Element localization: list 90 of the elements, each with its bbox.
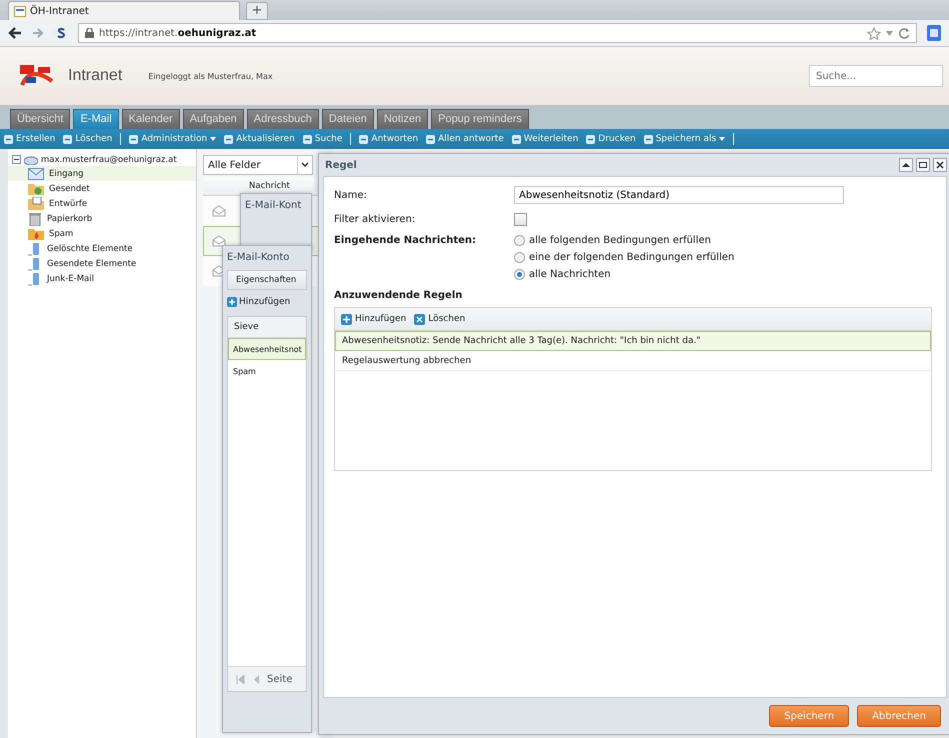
close-icon xyxy=(936,161,944,169)
toolbar-button[interactable]: Weiterleiten xyxy=(512,134,578,144)
rule-row[interactable]: Abwesenheitsnotiz: Sende Nachricht alle 3 Tag(e). Nachricht: "Ich bin nicht da." xyxy=(335,331,931,351)
folder-item[interactable]: Gesendet xyxy=(8,181,196,196)
action-icon xyxy=(129,134,138,144)
remove-icon xyxy=(414,314,426,324)
plus-icon xyxy=(341,314,352,324)
pager-label: Seite xyxy=(267,674,292,684)
toolbar-button[interactable]: Antworten xyxy=(359,134,418,144)
filter-checkbox[interactable] xyxy=(514,212,527,226)
delete-button[interactable]: Löschen xyxy=(414,314,466,324)
back-icon[interactable] xyxy=(8,27,22,39)
toolbar-button[interactable]: Löschen xyxy=(63,134,112,144)
login-status: Eingeloggt als Musterfrau, Max xyxy=(148,72,274,80)
new-tab-button[interactable]: + xyxy=(246,2,268,20)
envelope-icon xyxy=(28,168,44,180)
action-icon xyxy=(586,134,596,144)
folder-item[interactable]: Gelöschte Elemente xyxy=(8,241,196,256)
chevron-down-icon xyxy=(301,162,309,168)
search-field[interactable]: Suche... xyxy=(809,65,943,87)
folder-item[interactable]: Spam xyxy=(8,226,196,241)
toolbar-button[interactable]: Suche xyxy=(302,134,342,144)
close-button[interactable] xyxy=(933,158,947,172)
collapse-button[interactable] xyxy=(899,158,913,172)
envelope-icon[interactable] xyxy=(212,235,226,247)
rule-row[interactable]: Regelauswertung abbrechen xyxy=(335,351,931,371)
lock-icon xyxy=(85,28,94,38)
maximize-icon xyxy=(919,161,927,169)
reload-icon[interactable] xyxy=(898,27,910,39)
field-label: Name: xyxy=(334,190,368,200)
action-icon xyxy=(4,134,13,144)
previous-page-icon[interactable] xyxy=(253,674,259,684)
plus-icon xyxy=(227,297,237,307)
radio-option[interactable]: alle Nachrichten xyxy=(514,269,936,280)
window-title: E-Mail-Konto xyxy=(226,250,290,264)
action-icon xyxy=(512,134,521,144)
toolbar-button[interactable]: Aktualisieren xyxy=(224,134,295,144)
radio-option[interactable]: eine der folgenden Bedingungen erfüllen xyxy=(514,252,936,263)
radio-option[interactable]: alle folgenden Bedingungen erfüllen xyxy=(514,235,936,246)
collapse-icon xyxy=(902,161,910,169)
folder-item[interactable]: Gesendete Elemente xyxy=(8,256,196,271)
field-label: Eingehende Nachrichten: xyxy=(334,235,478,246)
account-name[interactable]: max.musterfrau@oehunigraz.at xyxy=(41,154,177,164)
field-label: Filter aktivieren: xyxy=(334,214,416,224)
filter-dropdown[interactable]: Alle Felder xyxy=(203,155,313,175)
column-header[interactable]: Nachricht xyxy=(249,181,290,191)
action-icon xyxy=(644,134,653,144)
toolbar-button[interactable]: Administration xyxy=(129,134,216,144)
forward-icon[interactable] xyxy=(32,27,44,39)
star-icon[interactable] xyxy=(867,26,881,40)
folder-item[interactable]: Entwürfe xyxy=(8,196,196,211)
column-header[interactable]: Sieve xyxy=(228,317,306,338)
window-title: E-Mail-Kont xyxy=(244,198,302,212)
folder-item[interactable]: Eingang xyxy=(8,166,196,181)
toolbar-button[interactable]: Speichern als xyxy=(644,134,726,144)
add-button[interactable]: Hinzufügen xyxy=(227,297,290,307)
caret-icon xyxy=(719,137,726,141)
toolbar-button[interactable]: Erstellen xyxy=(4,134,56,144)
address-field[interactable]: https://intranet.oehunigraz.at xyxy=(78,23,917,43)
name-field[interactable]: Abwesenheitsnotiz (Standard) xyxy=(514,186,844,204)
dropdown-icon[interactable] xyxy=(886,30,893,36)
section-heading: Anzuwendende Regeln xyxy=(334,290,464,301)
dialog-title: Regel xyxy=(325,160,358,170)
toolbar-button[interactable]: Drucken xyxy=(586,134,636,144)
caret-icon xyxy=(210,137,216,141)
action-icon xyxy=(63,134,72,144)
action-icon xyxy=(359,134,368,144)
trash-icon xyxy=(28,212,42,226)
s-logo-icon[interactable] xyxy=(54,26,68,40)
folder-item[interactable]: Junk-E-Mail xyxy=(8,271,196,286)
sieve-row[interactable]: Spam xyxy=(228,360,306,382)
page-icon xyxy=(14,6,26,16)
first-page-icon[interactable] xyxy=(236,674,245,684)
browser-tab[interactable]: ÖH-Intranet xyxy=(8,1,240,20)
account-icon xyxy=(24,154,38,164)
action-icon xyxy=(224,134,234,144)
search-engine-icon[interactable] xyxy=(927,25,941,41)
add-button[interactable]: Hinzufügen xyxy=(341,314,406,324)
sieve-row[interactable]: Abwesenheitsnot xyxy=(228,338,306,360)
maximize-button[interactable] xyxy=(916,158,930,172)
action-icon xyxy=(302,134,312,144)
tab-title: ÖH-Intranet xyxy=(30,6,89,16)
envelope-icon[interactable] xyxy=(212,205,226,217)
action-icon xyxy=(426,134,436,144)
properties-tab[interactable]: Eigenschaften xyxy=(227,270,307,290)
logo-icon xyxy=(20,65,54,87)
folder-item[interactable]: Papierkorb xyxy=(8,211,196,226)
collapse-icon[interactable] xyxy=(12,155,21,164)
toolbar-button[interactable]: Allen antworte xyxy=(426,134,504,144)
app-title: Intranet xyxy=(68,67,122,85)
